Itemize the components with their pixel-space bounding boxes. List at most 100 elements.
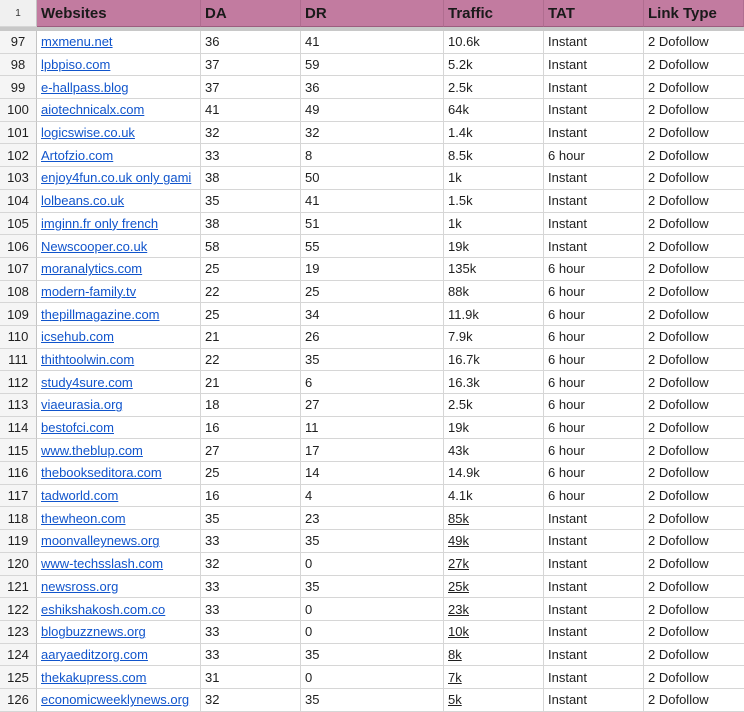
website-link[interactable]: newsross.org (41, 579, 118, 594)
cell-da[interactable]: 25 (201, 462, 301, 485)
cell-dr[interactable]: 35 (301, 643, 444, 667)
cell-traffic[interactable]: 7.9k (444, 325, 544, 349)
cell-tat[interactable]: 6 hour (544, 144, 644, 168)
cell-traffic[interactable]: 88k (444, 280, 544, 304)
cell-dr[interactable]: 19 (301, 257, 444, 281)
cell-dr[interactable]: 34 (301, 303, 444, 326)
cell-link-type[interactable]: 2 Dofollow (644, 144, 744, 168)
cell-dr[interactable]: 4 (301, 484, 444, 508)
cell-traffic[interactable]: 25k (444, 575, 544, 599)
cell-da[interactable]: 22 (201, 348, 301, 372)
cell-tat[interactable]: Instant (544, 643, 644, 667)
cell-da[interactable]: 32 (201, 688, 301, 712)
row-number[interactable]: 126 (0, 688, 37, 712)
cell-da[interactable]: 33 (201, 575, 301, 599)
row-number[interactable]: 105 (0, 212, 37, 236)
cell-dr[interactable]: 0 (301, 620, 444, 644)
website-link[interactable]: thewheon.com (41, 511, 126, 526)
cell-link-type[interactable]: 2 Dofollow (644, 213, 744, 236)
cell-dr[interactable]: 35 (301, 530, 444, 553)
cell-traffic[interactable]: 5.2k (444, 53, 544, 77)
cell-website[interactable]: lpbpiso.com (37, 53, 201, 77)
cell-da[interactable]: 25 (201, 257, 301, 281)
cell-website[interactable]: lolbeans.co.uk (37, 189, 201, 213)
row-number[interactable]: 122 (0, 598, 37, 621)
cell-traffic[interactable]: 8.5k (444, 144, 544, 168)
cell-tat[interactable]: 6 hour (544, 371, 644, 394)
row-number[interactable]: 114 (0, 416, 37, 440)
cell-website[interactable]: logicswise.co.uk (37, 121, 201, 145)
cell-da[interactable]: 32 (201, 121, 301, 145)
website-link[interactable]: bestofci.com (41, 420, 114, 435)
website-link[interactable]: economicweeklynews.org (41, 692, 189, 707)
website-link[interactable]: imginn.fr only french (41, 216, 158, 231)
cell-traffic[interactable]: 1k (444, 212, 544, 236)
column-header-websites[interactable]: Websites (37, 0, 201, 27)
cell-tat[interactable]: 6 hour (544, 280, 644, 304)
cell-dr[interactable]: 27 (301, 394, 444, 417)
row-number[interactable]: 115 (0, 439, 37, 463)
cell-link-type[interactable]: 2 Dofollow (644, 167, 744, 190)
cell-traffic[interactable]: 49k (444, 530, 544, 553)
cell-website[interactable]: icsehub.com (37, 325, 201, 349)
website-link[interactable]: aaryaeditzorg.com (41, 647, 148, 662)
cell-da[interactable]: 33 (201, 598, 301, 621)
row-number[interactable]: 124 (0, 643, 37, 667)
cell-tat[interactable]: Instant (544, 552, 644, 576)
cell-dr[interactable]: 32 (301, 121, 444, 145)
cell-da[interactable]: 32 (201, 552, 301, 576)
cell-website[interactable]: thewheon.com (37, 507, 201, 531)
website-link[interactable]: modern-family.tv (41, 284, 136, 299)
website-link[interactable]: logicswise.co.uk (41, 125, 135, 140)
cell-tat[interactable]: 6 hour (544, 325, 644, 349)
row-number[interactable]: 116 (0, 462, 37, 485)
cell-link-type[interactable]: 2 Dofollow (644, 553, 744, 576)
cell-link-type[interactable]: 2 Dofollow (644, 235, 744, 258)
cell-link-type[interactable]: 2 Dofollow (644, 666, 744, 689)
cell-traffic[interactable]: 4.1k (444, 484, 544, 508)
cell-traffic[interactable]: 1.5k (444, 189, 544, 213)
cell-website[interactable]: mxmenu.net (37, 31, 201, 54)
cell-dr[interactable]: 26 (301, 325, 444, 349)
cell-tat[interactable]: Instant (544, 167, 644, 190)
row-number[interactable]: 120 (0, 552, 37, 576)
cell-dr[interactable]: 49 (301, 99, 444, 122)
row-number[interactable]: 99 (0, 76, 37, 100)
website-link[interactable]: moranalytics.com (41, 261, 142, 276)
cell-da[interactable]: 37 (201, 76, 301, 100)
website-link[interactable]: Artofzio.com (41, 148, 113, 163)
row-number[interactable]: 118 (0, 507, 37, 531)
website-link[interactable]: moonvalleynews.org (41, 533, 160, 548)
website-link[interactable]: thepillmagazine.com (41, 307, 160, 322)
cell-da[interactable]: 35 (201, 507, 301, 531)
website-link[interactable]: lolbeans.co.uk (41, 193, 124, 208)
cell-dr[interactable]: 35 (301, 575, 444, 599)
cell-website[interactable]: viaeurasia.org (37, 394, 201, 417)
cell-website[interactable]: tadworld.com (37, 484, 201, 508)
cell-website[interactable]: e-hallpass.blog (37, 76, 201, 100)
cell-da[interactable]: 33 (201, 620, 301, 644)
row-number[interactable]: 103 (0, 167, 37, 190)
cell-tat[interactable]: Instant (544, 666, 644, 689)
website-link[interactable]: lpbpiso.com (41, 57, 110, 72)
cell-tat[interactable]: Instant (544, 235, 644, 258)
cell-tat[interactable]: Instant (544, 121, 644, 145)
cell-tat[interactable]: Instant (544, 53, 644, 77)
row-number[interactable]: 107 (0, 257, 37, 281)
row-number[interactable]: 101 (0, 121, 37, 145)
cell-website[interactable]: moonvalleynews.org (37, 530, 201, 553)
cell-traffic[interactable]: 1k (444, 167, 544, 190)
cell-website[interactable]: aaryaeditzorg.com (37, 643, 201, 667)
cell-website[interactable]: blogbuzznews.org (37, 620, 201, 644)
column-header-tat[interactable]: TAT (544, 0, 644, 27)
cell-da[interactable]: 18 (201, 394, 301, 417)
cell-website[interactable]: thepillmagazine.com (37, 303, 201, 326)
cell-traffic[interactable]: 64k (444, 99, 544, 122)
cell-dr[interactable]: 35 (301, 348, 444, 372)
cell-link-type[interactable]: 2 Dofollow (644, 371, 744, 394)
cell-traffic[interactable]: 1.4k (444, 121, 544, 145)
website-link[interactable]: enjoy4fun.co.uk only gami (41, 170, 191, 185)
row-number[interactable]: 102 (0, 144, 37, 168)
cell-da[interactable]: 35 (201, 189, 301, 213)
cell-traffic[interactable]: 7k (444, 666, 544, 689)
